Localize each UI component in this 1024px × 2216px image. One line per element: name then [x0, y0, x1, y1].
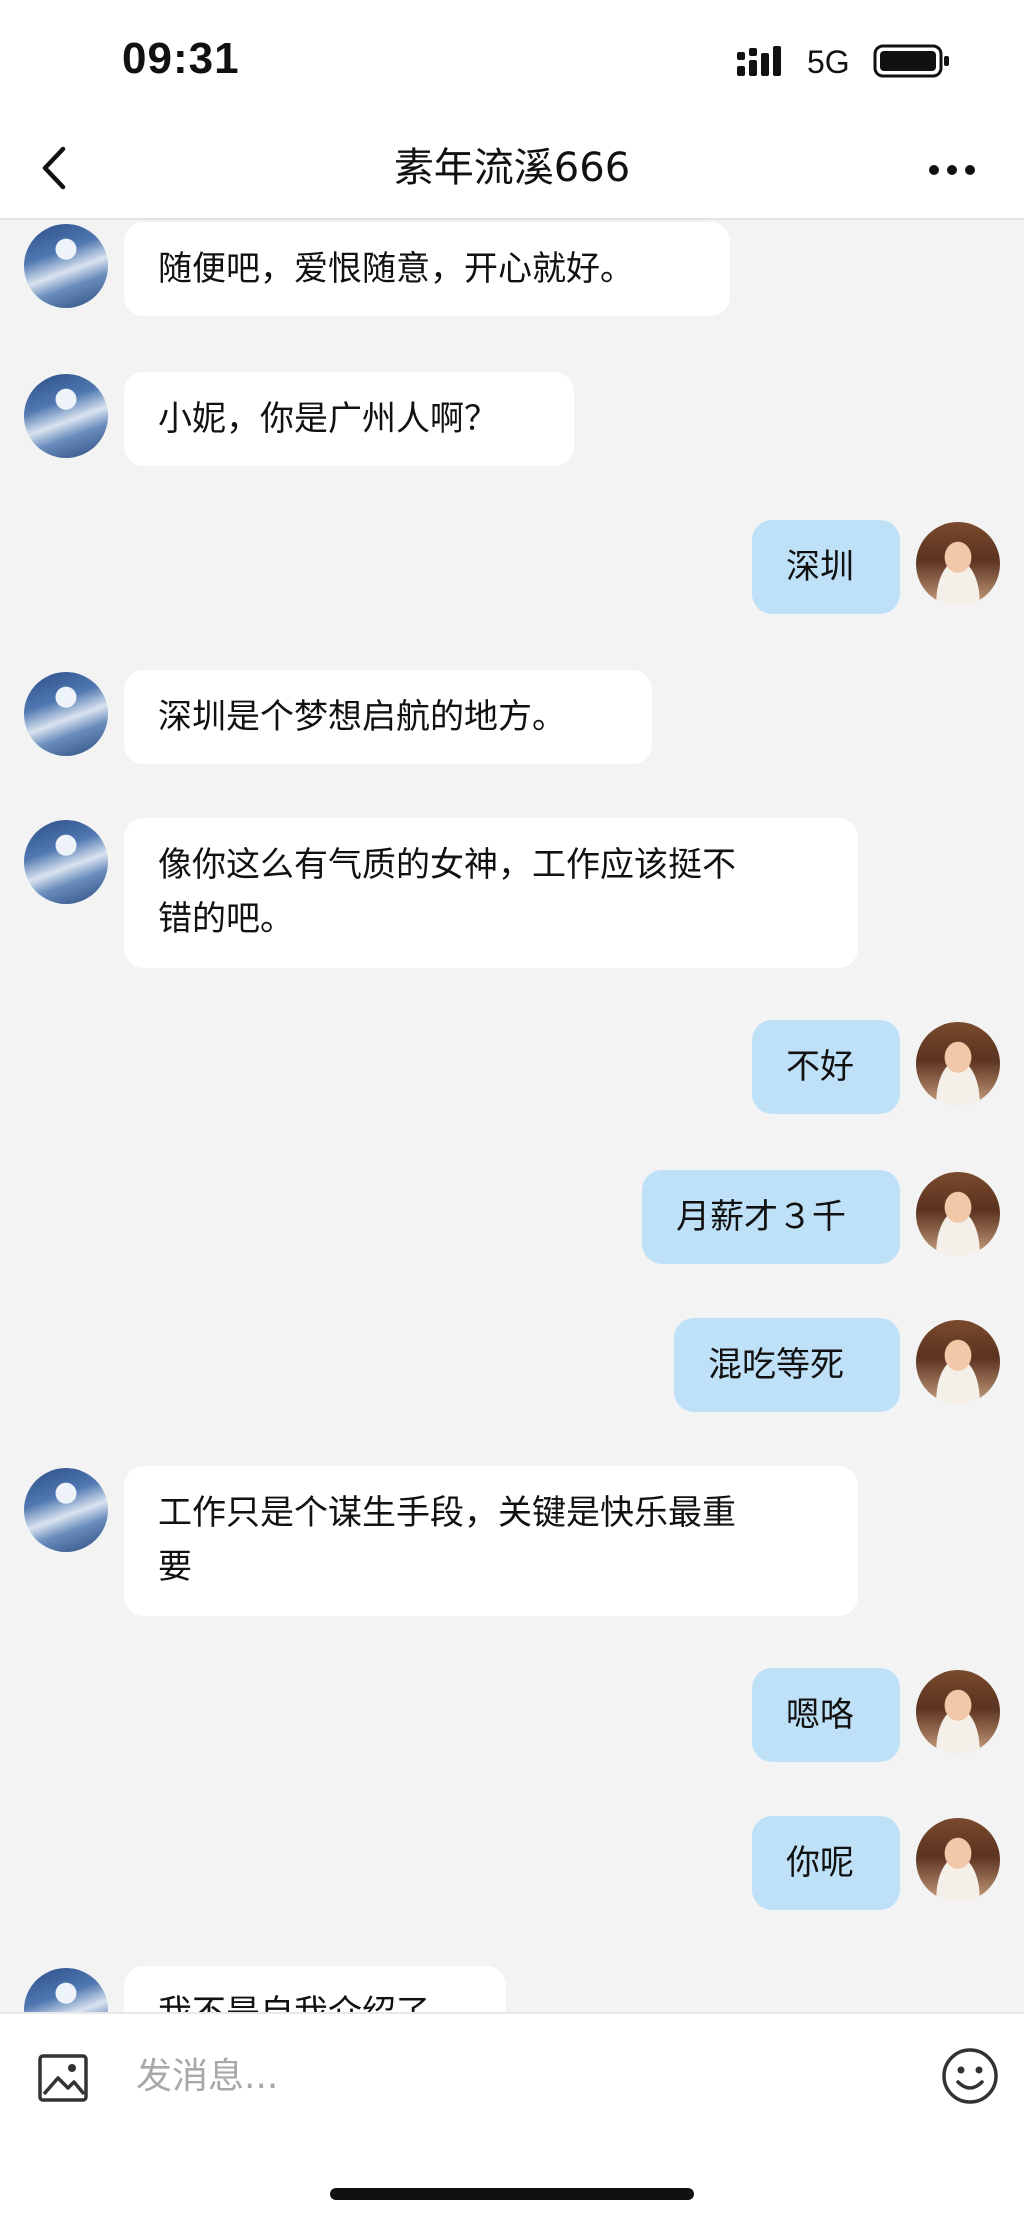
- message-bubble-sent[interactable]: 不好: [752, 1020, 900, 1114]
- user-avatar[interactable]: [916, 522, 1000, 606]
- user-avatar[interactable]: [916, 1670, 1000, 1754]
- nav-bar: 素年流溪666: [0, 120, 1024, 220]
- back-button[interactable]: [26, 140, 82, 196]
- more-button[interactable]: [916, 142, 988, 198]
- message-bubble-received[interactable]: 像你这么有气质的女神，工作应该挺不 错的吧。: [124, 818, 858, 968]
- message-input[interactable]: [134, 2040, 918, 2112]
- message-bubble-received[interactable]: 小妮，你是广州人啊？: [124, 372, 574, 466]
- message-bubble-received[interactable]: 我不是自我介绍了: [124, 1966, 506, 2012]
- chevron-left-icon: [42, 146, 66, 190]
- user-avatar[interactable]: [916, 1818, 1000, 1902]
- message-bubble-received[interactable]: 工作只是个谋生手段，关键是快乐最重 要: [124, 1466, 858, 1616]
- contact-avatar[interactable]: [24, 1968, 108, 2012]
- user-avatar[interactable]: [916, 1320, 1000, 1404]
- status-time: 09:31: [122, 34, 240, 83]
- image-icon[interactable]: [36, 2050, 92, 2106]
- message-bubble-sent[interactable]: 月薪才３千: [642, 1170, 900, 1264]
- chat-title: 素年流溪666: [393, 145, 631, 191]
- signal-icon: [737, 46, 781, 76]
- contact-avatar[interactable]: [24, 224, 108, 308]
- home-area: [0, 2134, 1024, 2216]
- contact-avatar[interactable]: [24, 1468, 108, 1552]
- contact-avatar[interactable]: [24, 374, 108, 458]
- message-bubble-sent[interactable]: 你呢: [752, 1816, 900, 1910]
- user-avatar[interactable]: [916, 1022, 1000, 1106]
- contact-avatar[interactable]: [24, 820, 108, 904]
- battery-icon: [873, 44, 949, 78]
- status-bar: 09:31 5G: [0, 0, 1024, 120]
- home-indicator[interactable]: [330, 2188, 694, 2200]
- chat-screen: 09:31 5G 素年流溪666 随便吧，爱恨随意，开心就好。 小妮，你是广州人…: [0, 0, 1024, 2216]
- message-bubble-sent[interactable]: 混吃等死: [674, 1318, 900, 1412]
- network-label: 5G: [807, 44, 850, 80]
- emoji-smile-icon[interactable]: [940, 2046, 1000, 2106]
- more-horizontal-icon: [929, 165, 975, 175]
- user-avatar[interactable]: [916, 1172, 1000, 1256]
- contact-avatar[interactable]: [24, 672, 108, 756]
- message-list[interactable]: 随便吧，爱恨随意，开心就好。 小妮，你是广州人啊？ 深圳 深圳是个梦想启航的地方…: [0, 220, 1024, 2012]
- message-bubble-received[interactable]: 随便吧，爱恨随意，开心就好。: [124, 222, 730, 316]
- message-bubble-sent[interactable]: 嗯咯: [752, 1668, 900, 1762]
- message-input-bar: [0, 2012, 1024, 2136]
- message-bubble-received[interactable]: 深圳是个梦想启航的地方。: [124, 670, 652, 764]
- message-bubble-sent[interactable]: 深圳: [752, 520, 900, 614]
